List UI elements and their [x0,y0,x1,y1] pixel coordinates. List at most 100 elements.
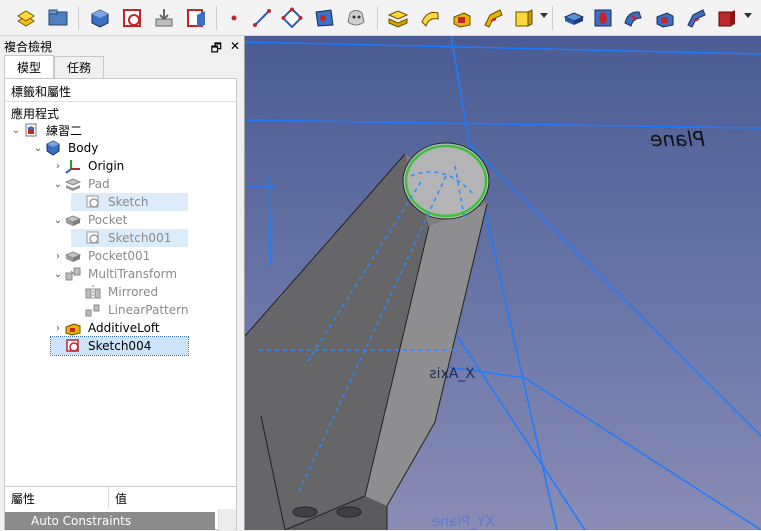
tree-item-mirrored[interactable]: Mirrored [71,283,160,301]
tree-item-additiveloft[interactable]: › AdditiveLoft [51,319,162,337]
model-tree: 標籤和屬性 應用程式 ⌄ 練習二 ⌄ Body › Origin ⌄ Pad S… [4,78,237,516]
tree-item-label: Pocket001 [88,249,151,263]
groove-icon[interactable] [621,6,645,30]
create-body-icon[interactable] [88,6,112,30]
property-scrollbar[interactable] [218,509,236,531]
tree-item-label: Pad [88,177,110,191]
viewport-scene: Plane X_Axis XY_Plane [245,36,761,530]
origin-axes-icon [65,158,81,174]
linear-pattern-icon [85,302,101,318]
tree-item-label: Pocket [88,213,128,227]
property-view: 屬性 值 Auto Constraints [4,486,237,531]
panel-title-text: 複合檢視 [4,39,53,54]
selected-edge[interactable] [404,144,488,218]
tree-item-origin[interactable]: › Origin [51,157,126,175]
shape-binder-icon[interactable] [344,6,368,30]
additive-loft-icon[interactable] [450,6,474,30]
tree-item-label: LinearPattern [108,303,189,317]
property-group-row[interactable]: Auto Constraints [5,512,215,530]
panel-title: 複合檢視 [0,36,244,56]
tree-section-application: 應用程式 [11,107,60,121]
float-panel-button[interactable]: 🗗 [211,39,222,60]
expand-arrow-icon[interactable]: ⌄ [51,175,65,193]
expand-arrow-icon[interactable]: › [51,157,65,175]
close-panel-button[interactable]: ✕ [230,39,240,60]
tree-item-pad[interactable]: ⌄ Pad [51,175,112,193]
tree-item-sketch004[interactable]: Sketch004 [50,336,189,356]
chevron-down-icon[interactable] [744,13,752,18]
datum-point-icon[interactable] [222,6,246,30]
tree-header: 標籤和屬性 [11,85,72,99]
expand-arrow-icon[interactable]: ⌄ [51,265,65,283]
subtractive-primitive-icon[interactable] [714,6,738,30]
additive-loft-icon [65,320,81,336]
tree-item-label: Sketch004 [88,339,152,353]
mirrored-icon [85,284,101,300]
tree-item-label: MultiTransform [88,267,178,281]
pad-feature-icon [65,176,81,192]
expand-spacer [71,229,85,247]
sketch-icon [85,194,101,210]
toolbar [0,0,761,36]
pocket-icon[interactable] [562,6,586,30]
tree-item-sketch001[interactable]: Sketch001 [71,229,188,247]
loft-solid[interactable] [245,142,490,530]
tree-item-label: 練習二 [46,123,83,138]
expand-arrow-icon[interactable]: ⌄ [9,121,23,139]
subtractive-loft-icon[interactable] [653,6,677,30]
multitransform-icon [65,266,81,282]
tree-item-label: Sketch001 [108,231,172,245]
tree-item-pocket001[interactable]: › Pocket001 [51,247,152,265]
expand-arrow-icon[interactable]: ⌄ [31,139,45,157]
tab-tasks[interactable]: 任務 [54,56,105,78]
property-column-header: 屬性 [11,491,36,506]
close-sketch-icon[interactable] [184,6,208,30]
validate-sketch-icon[interactable] [152,6,176,30]
expand-spacer [71,193,85,211]
expand-spacer [71,301,85,319]
tree-item-label: Sketch [108,195,149,209]
create-sketch-icon[interactable] [120,6,144,30]
3d-viewport[interactable]: Plane X_Axis XY_Plane [245,36,761,530]
tree-item-sketch[interactable]: Sketch [71,193,188,211]
tree-item-linearpattern[interactable]: LinearPattern [71,301,190,319]
pocket-feature-icon [65,248,81,264]
hole-icon[interactable] [591,6,615,30]
part-design-workbench-icon[interactable] [14,6,38,30]
expand-arrow-icon[interactable]: › [51,319,65,337]
subtractive-pipe-icon[interactable] [684,6,708,30]
datum-plane-icon[interactable] [280,6,304,30]
additive-primitive-icon[interactable] [511,6,535,30]
tree-item-document[interactable]: ⌄ 練習二 [9,121,84,139]
revolution-icon[interactable] [418,6,442,30]
value-column-header: 值 [115,491,128,506]
expand-spacer [51,337,65,355]
expand-spacer [71,283,85,301]
open-icon[interactable] [46,6,70,30]
pad-icon[interactable] [386,6,410,30]
local-coordinate-icon[interactable] [312,6,336,30]
additive-pipe-icon[interactable] [481,6,505,30]
tree-item-label: Mirrored [108,285,159,299]
plane-label-top: Plane [650,127,705,151]
chevron-down-icon[interactable] [540,13,548,18]
x-axis-label: X_Axis [429,366,475,382]
combo-view-panel: 複合檢視 🗗 ✕ 模型 任務 標籤和屬性 應用程式 ⌄ 練習二 ⌄ Body ›… [0,36,244,531]
sketch-icon [65,338,81,354]
datum-line-icon[interactable] [250,6,274,30]
pocket-feature-icon [65,212,81,228]
tab-model[interactable]: 模型 [4,55,55,78]
tree-item-label: AdditiveLoft [88,321,160,335]
expand-arrow-icon[interactable]: ⌄ [51,211,65,229]
tab-model-label: 模型 [17,60,42,75]
tree-item-body[interactable]: ⌄ Body [31,139,100,157]
tab-tasks-label: 任務 [67,61,92,75]
tree-item-multitransform[interactable]: ⌄ MultiTransform [51,265,179,283]
tree-item-label: Origin [88,159,125,173]
tree-item-label: Body [68,141,99,155]
body-icon [45,140,61,156]
xy-plane-label: XY_Plane [431,514,495,530]
expand-arrow-icon[interactable]: › [51,247,65,265]
tree-item-pocket[interactable]: ⌄ Pocket [51,211,129,229]
document-icon [23,122,39,138]
